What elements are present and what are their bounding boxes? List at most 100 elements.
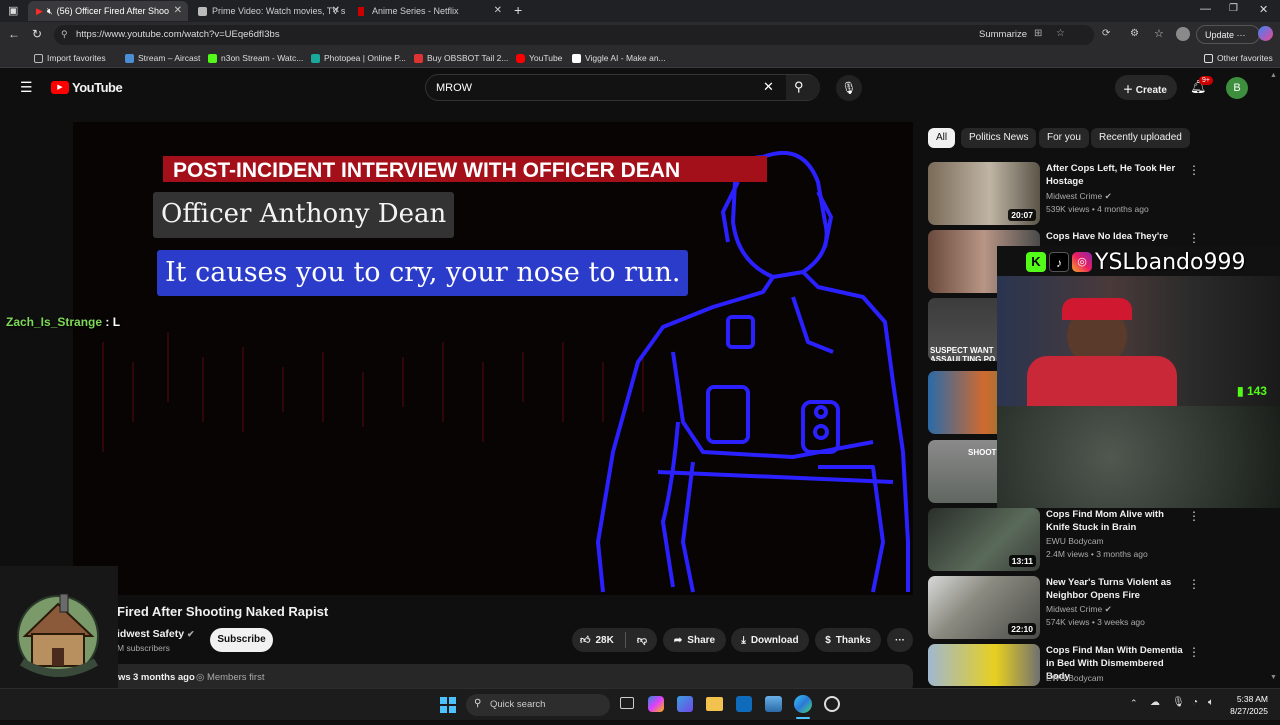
tab-prime-video[interactable]: Prime Video: Watch movies, TV s ✕ bbox=[190, 1, 346, 21]
related-video-title[interactable]: New Year's Turns Violent as Neighbor Ope… bbox=[1046, 576, 1186, 602]
windows-start-icon[interactable] bbox=[440, 697, 456, 713]
create-button[interactable]: ＋ Create bbox=[1115, 75, 1177, 100]
puzzle-icon[interactable]: ⚙ bbox=[1130, 28, 1139, 39]
more-vertical-icon[interactable]: ⋮ bbox=[1188, 577, 1200, 591]
more-vertical-icon[interactable]: ⋮ bbox=[1188, 163, 1200, 177]
update-button[interactable]: Update ··· bbox=[1196, 25, 1260, 44]
dislike-button[interactable]: 👎︎ bbox=[637, 634, 647, 646]
more-vertical-icon[interactable]: ⋮ bbox=[1188, 645, 1200, 659]
onedrive-icon[interactable]: ☁ bbox=[1150, 697, 1160, 708]
voice-search-icon[interactable]: 🎙︎ bbox=[836, 75, 862, 101]
download-button[interactable]: ⤓ Download bbox=[731, 628, 809, 652]
related-channel[interactable]: Midwest Crime ✔ bbox=[1046, 604, 1112, 615]
search-icon[interactable]: ⚲ bbox=[794, 79, 804, 95]
close-tab-icon[interactable]: ✕ bbox=[332, 5, 340, 16]
like-button[interactable]: 👍︎ 28K bbox=[580, 634, 614, 647]
mute-icon[interactable]: 🔇︎ bbox=[47, 6, 53, 17]
outlook-icon[interactable] bbox=[736, 696, 752, 712]
favorites-bar: Import favorites Stream – Aircast n3on S… bbox=[0, 48, 1280, 68]
more-actions-button[interactable]: ··· bbox=[887, 628, 913, 652]
subscribe-button[interactable]: Subscribe bbox=[210, 628, 273, 652]
related-video-title[interactable]: Cops Find Mom Alive with Knife Stuck in … bbox=[1046, 508, 1186, 534]
video-thumbnail[interactable]: 20:07 bbox=[928, 162, 1040, 225]
close-window-icon[interactable]: ✕ bbox=[1259, 3, 1268, 16]
chip-all[interactable]: All bbox=[928, 128, 956, 148]
share-button[interactable]: ➦ Share bbox=[663, 628, 726, 652]
search-box[interactable]: MROW ✕ ⚲ bbox=[425, 74, 820, 101]
wifi-icon[interactable]: ◔ bbox=[1192, 697, 1198, 708]
scrollbar-up-icon[interactable]: ▲ bbox=[1270, 72, 1277, 79]
channel-name[interactable]: idwest Safety ✔ bbox=[117, 628, 195, 640]
favorite-photopea[interactable]: Photopea | Online P... bbox=[311, 53, 406, 63]
close-tab-icon[interactable]: ✕ bbox=[494, 5, 502, 16]
favorite-obsbot[interactable]: Buy OBSBOT Tail 2... bbox=[414, 53, 508, 63]
obs-app-icon[interactable] bbox=[824, 696, 840, 712]
photos-app-icon[interactable] bbox=[765, 696, 782, 712]
chat-overlay-message: Zach_Is_Strange : L bbox=[6, 315, 120, 329]
kick-icon: ▮ bbox=[1237, 384, 1247, 398]
edge-browser-icon[interactable] bbox=[794, 695, 812, 713]
youtube-logo[interactable]: ▶ YouTube bbox=[51, 80, 123, 95]
video-thumbnail[interactable]: 13:11 bbox=[928, 508, 1040, 571]
clear-search-icon[interactable]: ✕ bbox=[763, 79, 774, 95]
taskbar-search[interactable]: ⚲ Quick search bbox=[466, 694, 610, 716]
tab-netflix[interactable]: Anime Series - Netflix ✕ bbox=[350, 1, 508, 21]
video-player[interactable]: POST-INCIDENT INTERVIEW WITH OFFICER DEA… bbox=[73, 122, 913, 595]
like-count: 28K bbox=[595, 634, 614, 646]
related-video-title[interactable]: After Cops Left, He Took Her Hostage bbox=[1046, 162, 1186, 188]
related-channel[interactable]: EWU Bodycam bbox=[1046, 536, 1104, 546]
close-tab-icon[interactable]: ✕ bbox=[174, 5, 182, 16]
tab-youtube[interactable]: ▶ 🔇︎ (56) Officer Fired After Shoo ✕ bbox=[28, 1, 188, 21]
url-field[interactable]: ⚲ https://www.youtube.com/watch?v=UEqe6d… bbox=[54, 25, 1094, 45]
chip-recently-uploaded[interactable]: Recently uploaded bbox=[1091, 128, 1190, 148]
restore-icon[interactable]: ❐ bbox=[1229, 3, 1238, 14]
menu-icon[interactable]: ☰ bbox=[20, 79, 33, 96]
photopea-icon bbox=[311, 53, 320, 63]
account-avatar[interactable]: B bbox=[1226, 77, 1248, 99]
file-explorer-icon[interactable] bbox=[706, 697, 723, 711]
related-channel[interactable]: Midwest Crime ✔ bbox=[1046, 191, 1112, 202]
other-favorites[interactable]: Other favorites bbox=[1204, 53, 1273, 63]
favorite-viggle[interactable]: Viggle AI - Make an... bbox=[572, 53, 666, 63]
more-horizontal-icon: ··· bbox=[895, 634, 905, 646]
related-video-title[interactable]: Cops Have No Idea They're bbox=[1046, 230, 1186, 243]
new-tab-icon[interactable]: + bbox=[514, 2, 522, 18]
tab-actions-icon[interactable]: ▣ bbox=[8, 4, 18, 17]
favorite-n3on[interactable]: n3on Stream - Watc... bbox=[208, 53, 303, 63]
obsbot-icon bbox=[414, 53, 423, 63]
favorite-import[interactable]: Import favorites bbox=[34, 53, 106, 63]
import-icon bbox=[34, 53, 43, 63]
search-input[interactable]: MROW bbox=[436, 82, 472, 94]
thanks-button[interactable]: $ Thanks bbox=[815, 628, 881, 652]
more-vertical-icon[interactable]: ⋮ bbox=[1188, 509, 1200, 523]
favorite-youtube[interactable]: YouTube bbox=[516, 53, 562, 63]
video-thumbnail[interactable] bbox=[928, 644, 1040, 686]
mic-tray-icon[interactable]: 🎙︎ bbox=[1172, 697, 1185, 708]
minimize-icon[interactable]: — bbox=[1200, 3, 1211, 15]
copilot-icon[interactable] bbox=[1258, 26, 1273, 41]
profile-avatar[interactable] bbox=[1176, 27, 1190, 41]
related-channel[interactable]: EWU Bodycam bbox=[1046, 673, 1104, 683]
summarize-button[interactable]: Summarize bbox=[979, 29, 1027, 40]
store-app-icon[interactable] bbox=[677, 696, 693, 712]
reader-icon[interactable]: ⊞ bbox=[1034, 28, 1042, 39]
favorites-icon[interactable]: ☆ bbox=[1154, 27, 1164, 40]
tray-chevron-icon[interactable]: ⌃ bbox=[1130, 698, 1138, 709]
more-vertical-icon[interactable]: ⋮ bbox=[1188, 231, 1200, 245]
copilot-app-icon[interactable] bbox=[648, 696, 664, 712]
volume-icon[interactable]: 🔈︎ bbox=[1208, 697, 1214, 708]
extensions-icon[interactable]: ⟳ bbox=[1102, 28, 1110, 39]
chip-for-you[interactable]: For you bbox=[1039, 128, 1089, 148]
taskbar-clock[interactable]: 5:38 AM 8/27/2025 bbox=[1230, 693, 1268, 717]
chip-politics-news[interactable]: Politics News bbox=[961, 128, 1037, 148]
favorite-star-icon[interactable]: ☆ bbox=[1056, 28, 1065, 39]
task-view-icon[interactable] bbox=[620, 697, 634, 709]
site-info-icon[interactable]: ⚲ bbox=[61, 29, 68, 40]
back-icon[interactable]: ← bbox=[8, 27, 20, 41]
folder-icon bbox=[1204, 53, 1213, 63]
tiktok-logo-icon: ♪ bbox=[1049, 252, 1069, 272]
scrollbar-down-icon[interactable]: ▼ bbox=[1270, 674, 1277, 681]
video-thumbnail[interactable]: 22:10 bbox=[928, 576, 1040, 639]
refresh-icon[interactable]: ↻ bbox=[32, 27, 42, 41]
favorite-aircast[interactable]: Stream – Aircast bbox=[125, 53, 200, 63]
